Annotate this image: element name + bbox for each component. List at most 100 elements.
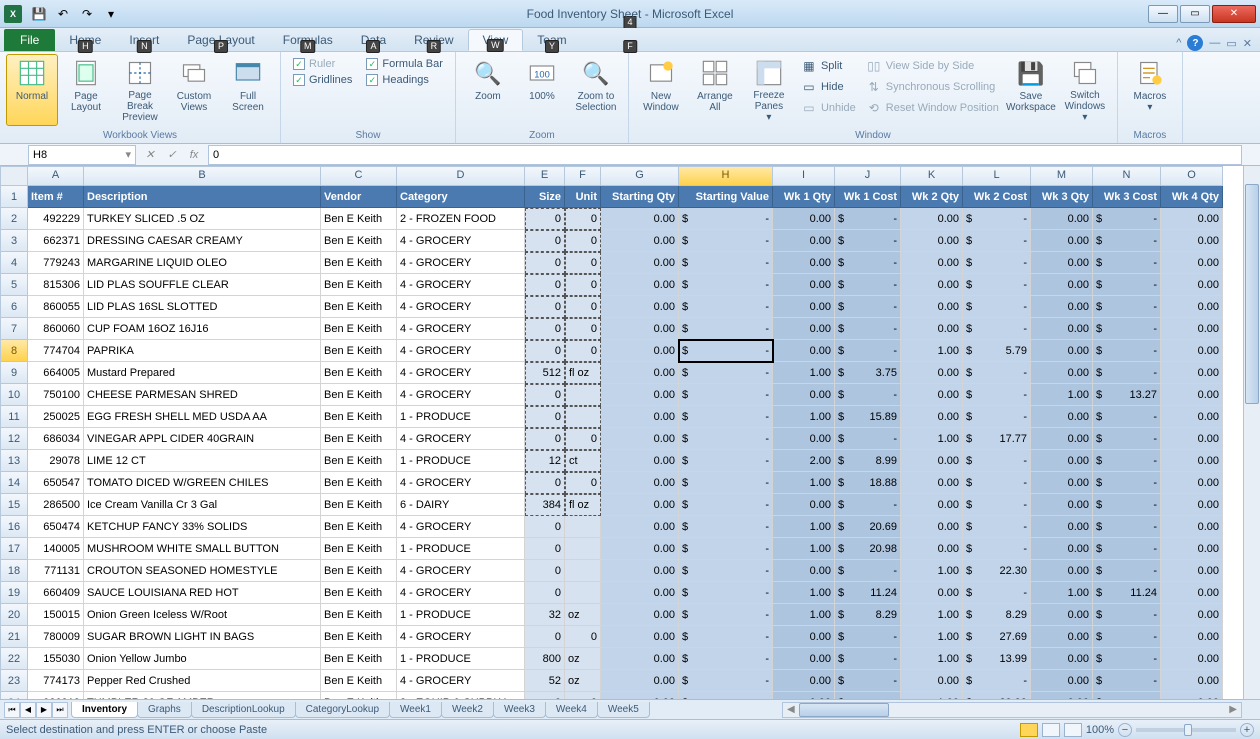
- cell[interactable]: $-: [679, 252, 773, 274]
- tab-home[interactable]: HomeH: [55, 29, 115, 51]
- zoom-selection-button[interactable]: 🔍Zoom to Selection: [570, 54, 622, 126]
- column-header-N[interactable]: N: [1093, 166, 1161, 186]
- cell[interactable]: 4 - GROCERY: [397, 252, 525, 274]
- cell[interactable]: 0.00: [1161, 516, 1223, 538]
- cell[interactable]: 0.00: [601, 604, 679, 626]
- cell[interactable]: 0: [525, 208, 565, 230]
- cell[interactable]: 0: [565, 252, 601, 274]
- cell[interactable]: $-: [1093, 692, 1161, 699]
- sheet-tab-descriptionlookup[interactable]: DescriptionLookup: [191, 702, 296, 718]
- cell[interactable]: $-: [963, 318, 1031, 340]
- cell[interactable]: 4 - GROCERY: [397, 516, 525, 538]
- cell[interactable]: 32: [525, 604, 565, 626]
- zoom-slider-thumb[interactable]: [1184, 724, 1192, 736]
- cell[interactable]: 860060: [28, 318, 84, 340]
- cell[interactable]: 774173: [28, 670, 84, 692]
- cell[interactable]: 0.00: [1031, 252, 1093, 274]
- doc-restore-icon[interactable]: ▭: [1226, 37, 1236, 50]
- cell[interactable]: oz: [565, 670, 601, 692]
- cell[interactable]: 4 - GROCERY: [397, 670, 525, 692]
- table-header[interactable]: Item #: [28, 186, 84, 208]
- cell[interactable]: KETCHUP FANCY 33% SOLIDS: [84, 516, 321, 538]
- cell[interactable]: 0.00: [1031, 362, 1093, 384]
- cell[interactable]: 0.00: [1161, 274, 1223, 296]
- cell[interactable]: oz: [565, 648, 601, 670]
- cell[interactable]: 140005: [28, 538, 84, 560]
- cell[interactable]: 0.00: [1161, 230, 1223, 252]
- row-header-3[interactable]: 3: [0, 230, 28, 252]
- row-header-19[interactable]: 19: [0, 582, 28, 604]
- tab-formulas[interactable]: FormulasM: [269, 29, 347, 51]
- cell[interactable]: Ben E Keith: [321, 252, 397, 274]
- cell[interactable]: $-: [963, 384, 1031, 406]
- cell[interactable]: LIME 12 CT: [84, 450, 321, 472]
- table-header[interactable]: Description: [84, 186, 321, 208]
- column-header-A[interactable]: A: [28, 166, 84, 186]
- cell[interactable]: 1.00: [901, 560, 963, 582]
- cell[interactable]: MUSHROOM WHITE SMALL BUTTON: [84, 538, 321, 560]
- table-header[interactable]: Wk 2 Qty: [901, 186, 963, 208]
- row-header-2[interactable]: 2: [0, 208, 28, 230]
- cell[interactable]: CROUTON SEASONED HOMESTYLE: [84, 560, 321, 582]
- cell[interactable]: $-: [835, 626, 901, 648]
- cell[interactable]: 0.00: [1031, 516, 1093, 538]
- cell[interactable]: Ben E Keith: [321, 582, 397, 604]
- cell[interactable]: 0.00: [601, 494, 679, 516]
- page-layout-button[interactable]: Page Layout: [60, 54, 112, 126]
- cell[interactable]: 0: [525, 274, 565, 296]
- arrange-all-button[interactable]: Arrange All: [689, 54, 741, 126]
- cell[interactable]: [565, 538, 601, 560]
- cell[interactable]: 1.00: [901, 428, 963, 450]
- cell[interactable]: $-: [1093, 362, 1161, 384]
- switch-windows-button[interactable]: Switch Windows ▾: [1059, 54, 1111, 126]
- cell[interactable]: $-: [835, 230, 901, 252]
- column-header-K[interactable]: K: [901, 166, 963, 186]
- cell[interactable]: 2 - FROZEN FOOD: [397, 208, 525, 230]
- cell[interactable]: 0: [565, 208, 601, 230]
- cell[interactable]: 4 - GROCERY: [397, 582, 525, 604]
- table-header[interactable]: Vendor: [321, 186, 397, 208]
- cell[interactable]: 0: [525, 252, 565, 274]
- cell[interactable]: 815306: [28, 274, 84, 296]
- cell[interactable]: Ben E Keith: [321, 318, 397, 340]
- cell[interactable]: 0.00: [773, 230, 835, 252]
- cell[interactable]: Ben E Keith: [321, 692, 397, 699]
- cell[interactable]: CHEESE PARMESAN SHRED: [84, 384, 321, 406]
- cell[interactable]: $13.27: [1093, 384, 1161, 406]
- cell[interactable]: $-: [1093, 208, 1161, 230]
- cell[interactable]: 1 - PRODUCE: [397, 450, 525, 472]
- cell[interactable]: $-: [1093, 406, 1161, 428]
- cell[interactable]: 0: [525, 560, 565, 582]
- cell[interactable]: $-: [679, 560, 773, 582]
- cell[interactable]: 12: [525, 450, 565, 472]
- row-header-5[interactable]: 5: [0, 274, 28, 296]
- cell[interactable]: $-: [835, 252, 901, 274]
- cell[interactable]: 1.00: [773, 472, 835, 494]
- cell[interactable]: $-: [679, 450, 773, 472]
- cell[interactable]: 0.00: [901, 208, 963, 230]
- cell[interactable]: 0.00: [773, 648, 835, 670]
- cell[interactable]: 4 - GROCERY: [397, 384, 525, 406]
- cell[interactable]: $-: [1093, 274, 1161, 296]
- cell[interactable]: $15.89: [835, 406, 901, 428]
- row-header-6[interactable]: 6: [0, 296, 28, 318]
- file-tab[interactable]: FileF: [4, 29, 55, 51]
- cell[interactable]: Ben E Keith: [321, 208, 397, 230]
- zoom-in-button[interactable]: +: [1240, 723, 1254, 737]
- cell[interactable]: 0.00: [601, 692, 679, 699]
- cell[interactable]: 0.00: [773, 318, 835, 340]
- cell[interactable]: 0: [525, 230, 565, 252]
- cell[interactable]: 860055: [28, 296, 84, 318]
- qat-undo-button[interactable]: ↶2: [52, 4, 74, 24]
- cell[interactable]: 0.00: [601, 582, 679, 604]
- cell[interactable]: Ben E Keith: [321, 362, 397, 384]
- cell[interactable]: 0: [565, 472, 601, 494]
- column-header-E[interactable]: E: [525, 166, 565, 186]
- cell[interactable]: CUP FOAM 16OZ 16J16: [84, 318, 321, 340]
- tab-nav-last[interactable]: ⏭: [52, 702, 68, 718]
- row-header-20[interactable]: 20: [0, 604, 28, 626]
- cell[interactable]: 0.00: [1031, 340, 1093, 362]
- cell[interactable]: 0.00: [601, 560, 679, 582]
- column-header-I[interactable]: I: [773, 166, 835, 186]
- cell[interactable]: 4 - GROCERY: [397, 560, 525, 582]
